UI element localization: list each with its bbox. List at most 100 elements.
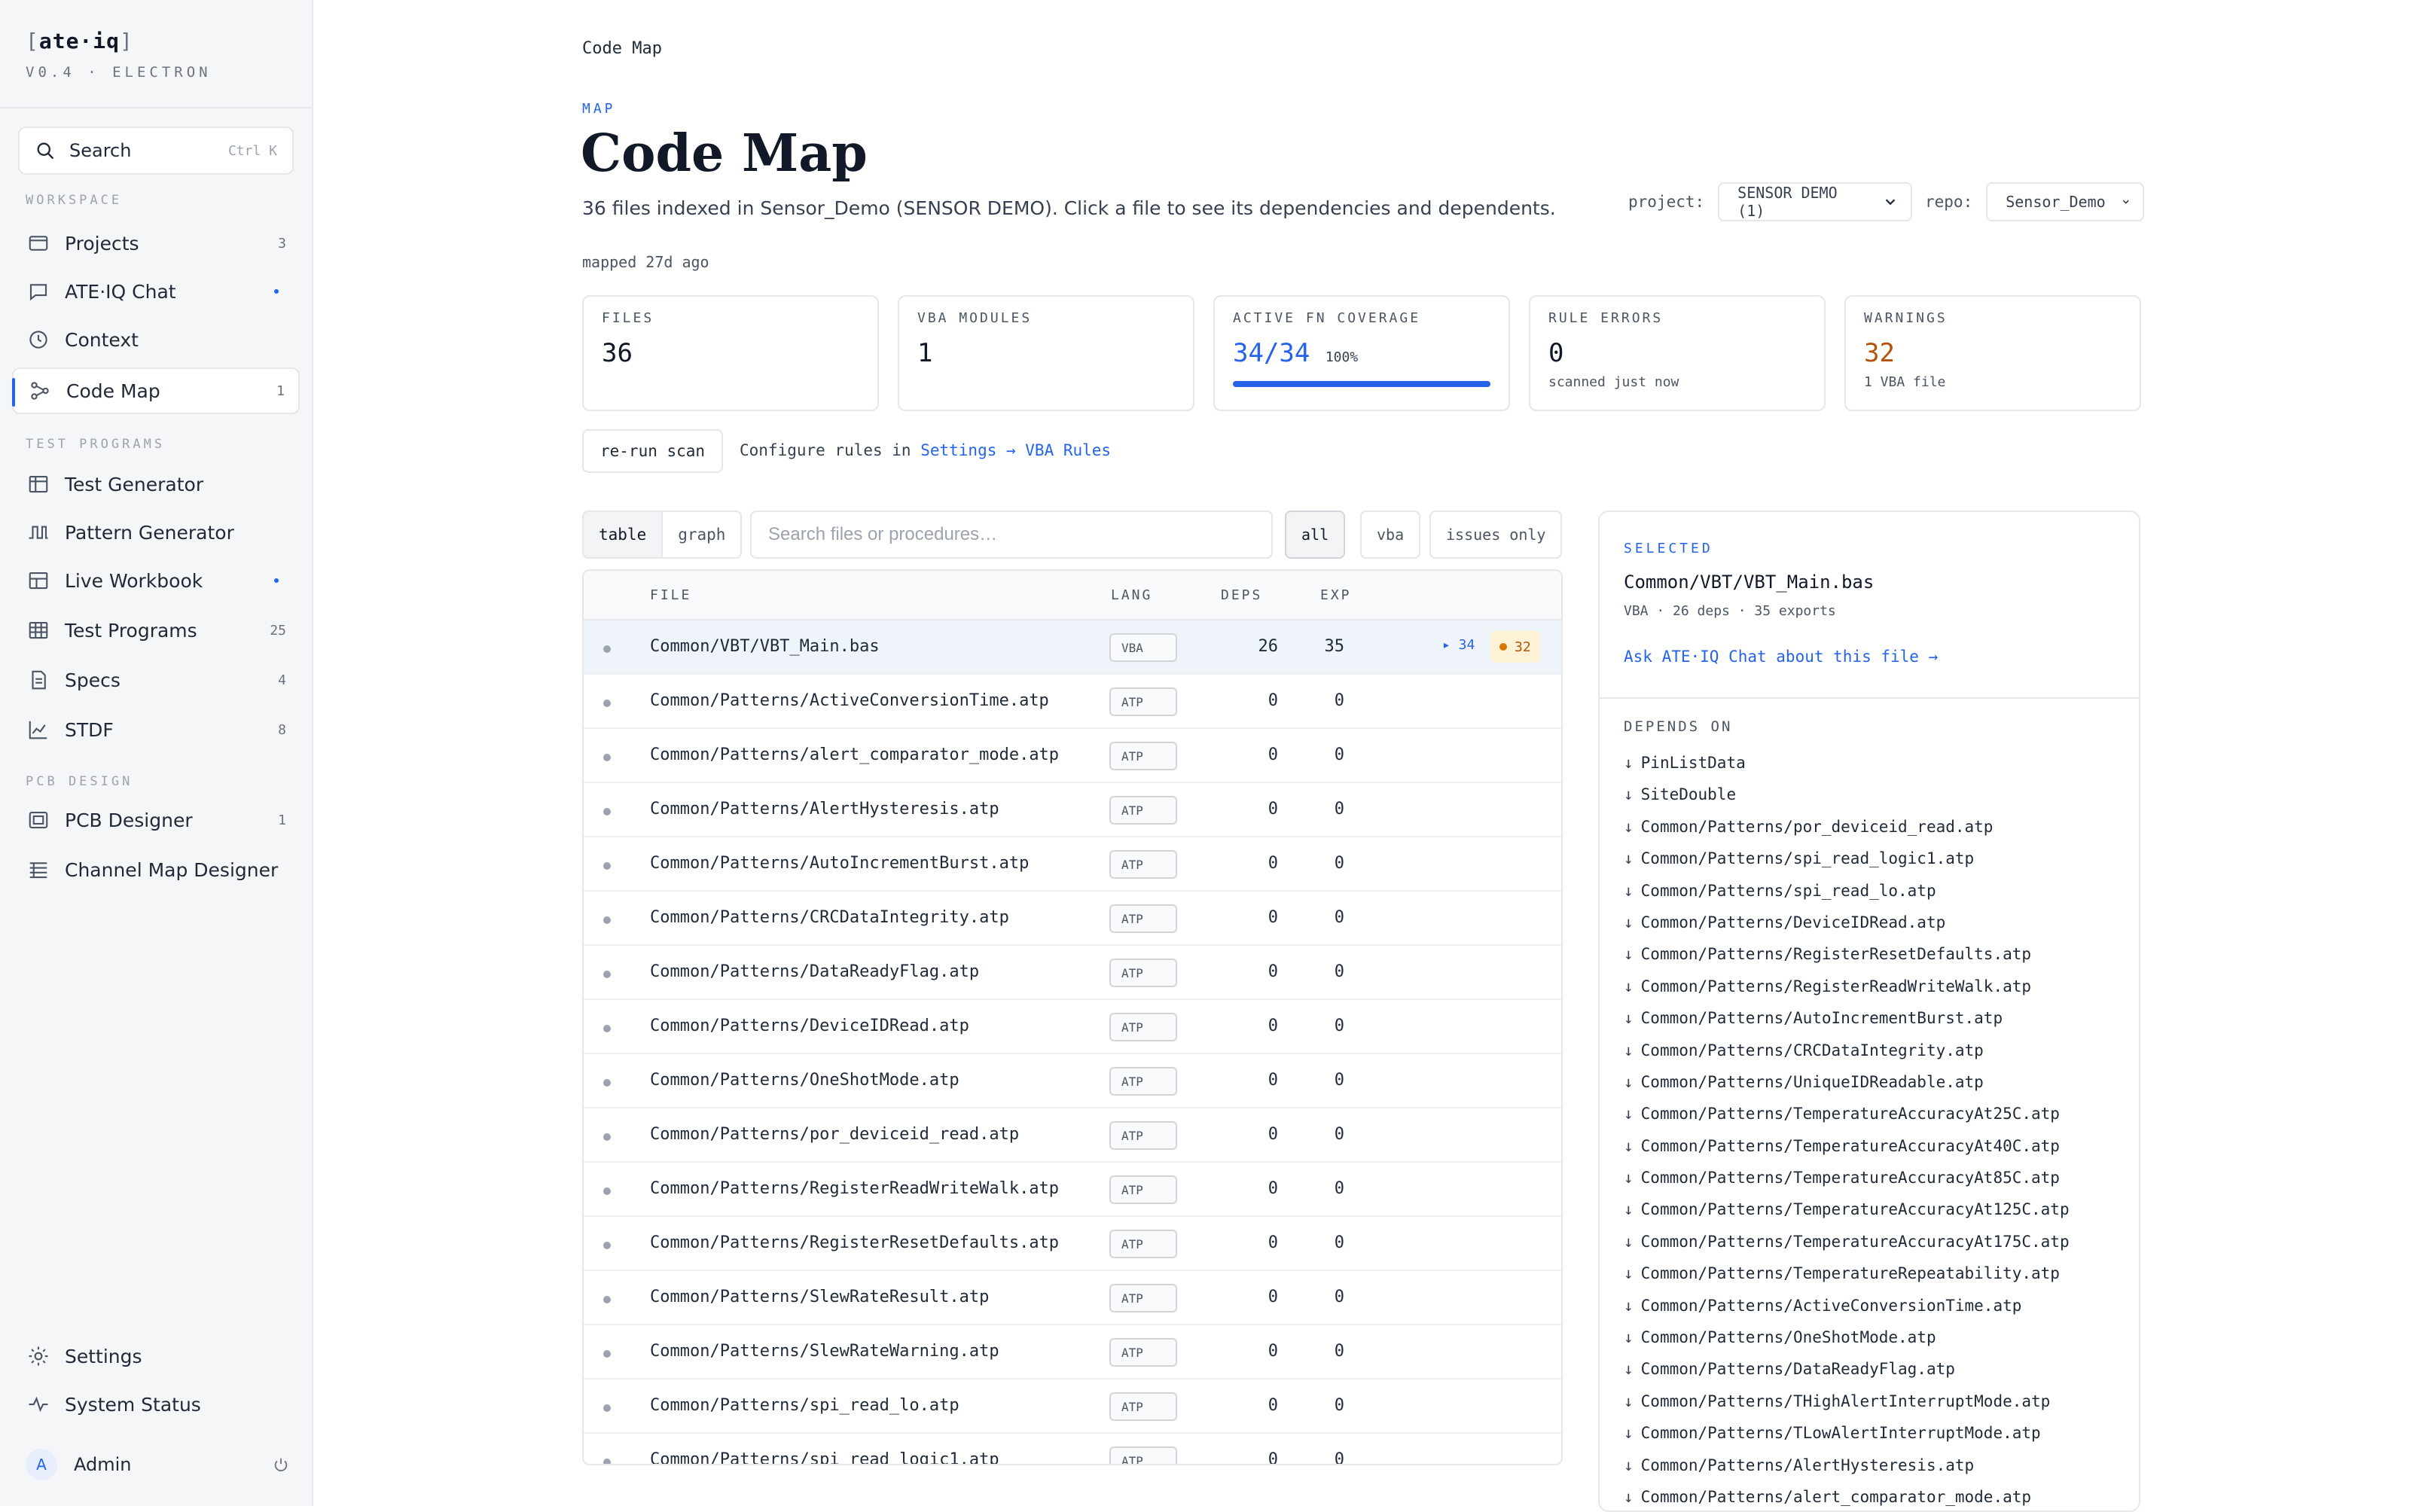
- row-exports: 0: [1334, 962, 1344, 981]
- dependency-item[interactable]: ↓ Common/Patterns/CRCDataIntegrity.atp: [1600, 1035, 2139, 1066]
- column-header-lang[interactable]: LANG: [1111, 587, 1152, 603]
- row-status-dot: [603, 862, 611, 870]
- file-search-input[interactable]: [750, 511, 1273, 559]
- dependency-item[interactable]: ↓ Common/Patterns/TemperatureAccuracyAt12…: [1600, 1193, 2139, 1225]
- brand-version: V0.4 · ELECTRON: [26, 64, 212, 81]
- dependency-item[interactable]: ↓ Common/Patterns/DeviceIDRead.atp: [1600, 907, 2139, 938]
- table-row[interactable]: Common/Patterns/AutoIncrementBurst.atp AT…: [584, 837, 1561, 892]
- dependency-item[interactable]: ↓ PinListData: [1600, 747, 2139, 779]
- table-row[interactable]: Common/Patterns/por_deviceid_read.atp ATP…: [584, 1108, 1561, 1163]
- dependency-name: Common/Patterns/UniqueIDReadable.atp: [1640, 1072, 1984, 1091]
- dependency-item[interactable]: ↓ Common/Patterns/TemperatureAccuracyAt17…: [1600, 1226, 2139, 1257]
- sidebar-item-code-map[interactable]: Code Map 1: [12, 367, 300, 414]
- sidebar-item-label: Test Programs: [65, 619, 197, 642]
- dependency-item[interactable]: ↓ Common/Patterns/ActiveConversionTime.at…: [1600, 1290, 2139, 1321]
- dependency-item[interactable]: ↓ Common/Patterns/spi_read_lo.atp: [1600, 875, 2139, 907]
- sidebar-item-projects[interactable]: Projects 3: [12, 220, 300, 267]
- table-row[interactable]: Common/Patterns/CRCDataIntegrity.atp ATP 0…: [584, 892, 1561, 946]
- selected-file-name: Common/VBT/VBT_Main.bas: [1624, 572, 1875, 593]
- dependency-item[interactable]: ↓ Common/Patterns/TemperatureAccuracyAt40…: [1600, 1130, 2139, 1162]
- filter-all-button[interactable]: all: [1285, 511, 1346, 559]
- dependency-item[interactable]: ↓ Common/Patterns/OneShotMode.atp: [1600, 1321, 2139, 1353]
- sidebar-item-channel-map[interactable]: Channel Map Designer: [12, 846, 300, 893]
- stat-vba-modules: VBA MODULES 1: [898, 295, 1194, 411]
- dependency-item[interactable]: ↓ Common/Patterns/alert_comparator_mode.a…: [1600, 1481, 2139, 1510]
- sidebar-item-context[interactable]: Context: [12, 316, 300, 363]
- row-deps: 0: [1268, 908, 1278, 927]
- sidebar-item-test-generator[interactable]: Test Generator: [12, 461, 300, 508]
- stat-label: RULE ERRORS: [1548, 310, 1664, 326]
- sidebar-item-pcb-designer[interactable]: PCB Designer 1: [12, 797, 300, 843]
- filter-vba-button[interactable]: vba: [1360, 511, 1421, 559]
- table-row[interactable]: Common/Patterns/spi_read_logic1.atp ATP 0 0: [584, 1434, 1561, 1464]
- dependency-item[interactable]: ↓ Common/Patterns/spi_read_logic1.atp: [1600, 843, 2139, 874]
- arrow-down-icon: ↓: [1624, 913, 1634, 931]
- row-status-dot: [603, 1242, 611, 1249]
- search-button[interactable]: Search Ctrl K: [18, 127, 294, 175]
- table-row[interactable]: Common/VBT/VBT_Main.bas VBA 26 35 ▸ 34 32: [584, 620, 1561, 675]
- row-exports: 0: [1334, 1288, 1344, 1306]
- table-row[interactable]: Common/Patterns/alert_comparator_mode.at…: [584, 729, 1561, 783]
- table-row[interactable]: Common/Patterns/ActiveConversionTime.atp…: [584, 675, 1561, 729]
- project-select[interactable]: SENSOR DEMO (1): [1718, 182, 1913, 221]
- page-eyebrow: MAP: [582, 101, 616, 117]
- row-exports: 0: [1334, 800, 1344, 818]
- dependency-item[interactable]: ↓ Common/Patterns/AutoIncrementBurst.atp: [1600, 1002, 2139, 1034]
- row-deps: 26: [1258, 637, 1279, 656]
- sidebar-item-settings[interactable]: Settings: [12, 1333, 300, 1379]
- sidebar-item-stdf[interactable]: STDF 8: [12, 706, 300, 753]
- dependency-item[interactable]: ↓ Common/Patterns/TemperatureAccuracyAt25…: [1600, 1098, 2139, 1129]
- clock-icon: [29, 331, 47, 349]
- dependency-item[interactable]: ↓ Common/Patterns/TLowAlertInterruptMode.…: [1600, 1417, 2139, 1449]
- table-row[interactable]: Common/Patterns/OneShotMode.atp ATP 0 0: [584, 1054, 1561, 1108]
- brand-logo[interactable]: [ate·iq]: [26, 29, 212, 53]
- stat-label: VBA MODULES: [917, 310, 1033, 326]
- sidebar-item-live-workbook[interactable]: Live Workbook: [12, 557, 300, 604]
- dependency-item[interactable]: ↓ Common/Patterns/RegisterReadWriteWalk.a…: [1600, 971, 2139, 1002]
- sidebar-item-chat[interactable]: ATE·IQ Chat: [12, 268, 300, 315]
- row-exports: 0: [1334, 1342, 1344, 1361]
- depends-on-label: DEPENDS ON: [1624, 718, 1733, 735]
- dependency-item[interactable]: ↓ Common/Patterns/por_deviceid_read.atp: [1600, 811, 2139, 843]
- arrow-down-icon: ↓: [1624, 817, 1634, 836]
- filter-issues-button[interactable]: issues only: [1429, 511, 1563, 559]
- table-row[interactable]: Common/Patterns/spi_read_lo.atp ATP 0 0: [584, 1379, 1561, 1434]
- table-row[interactable]: Common/Patterns/SlewRateResult.atp ATP 0 0: [584, 1271, 1561, 1325]
- dependency-item[interactable]: ↓ SiteDouble: [1600, 779, 2139, 810]
- dependency-name: Common/Patterns/AutoIncrementBurst.atp: [1640, 1009, 2003, 1028]
- dependency-item[interactable]: ↓ Common/Patterns/RegisterResetDefaults.a…: [1600, 938, 2139, 970]
- ask-chat-link[interactable]: Ask ATE·IQ Chat about this file →: [1624, 648, 2115, 666]
- dependency-item[interactable]: ↓ Common/Patterns/TemperatureAccuracyAt85…: [1600, 1162, 2139, 1193]
- selected-file-meta: VBA · 26 deps · 35 exports: [1624, 603, 1836, 619]
- sidebar-item-pattern-generator[interactable]: Pattern Generator: [12, 509, 300, 556]
- user-menu[interactable]: A Admin: [26, 1446, 289, 1483]
- row-file-name: Common/Patterns/AutoIncrementBurst.atp: [650, 854, 1030, 873]
- sidebar-item-specs[interactable]: Specs 4: [12, 657, 300, 703]
- view-table-button[interactable]: table: [584, 512, 664, 557]
- repo-select[interactable]: Sensor_Demo: [1986, 182, 2145, 221]
- table-row[interactable]: Common/Patterns/SlewRateWarning.atp ATP 0 0: [584, 1325, 1561, 1379]
- column-header-deps[interactable]: DEPS: [1221, 587, 1262, 603]
- table-row[interactable]: Common/Patterns/RegisterResetDefaults.at…: [584, 1217, 1561, 1271]
- table-row[interactable]: Common/Patterns/DataReadyFlag.atp ATP 0 0: [584, 946, 1561, 1000]
- table-row[interactable]: Common/Patterns/RegisterReadWriteWalk.at…: [584, 1163, 1561, 1217]
- column-header-file[interactable]: FILE: [650, 587, 691, 603]
- dependency-item[interactable]: ↓ Common/Patterns/TemperatureRepeatabilit…: [1600, 1257, 2139, 1289]
- dependency-item[interactable]: ↓ Common/Patterns/THighAlertInterruptMode…: [1600, 1385, 2139, 1417]
- row-file-name: Common/Patterns/SlewRateWarning.atp: [650, 1342, 999, 1361]
- column-header-exp[interactable]: EXP: [1320, 587, 1352, 603]
- stat-value: 32: [1864, 338, 1895, 368]
- sidebar-item-test-programs[interactable]: Test Programs 25: [12, 607, 300, 654]
- rerun-scan-button[interactable]: re-run scan: [582, 429, 724, 473]
- table-row[interactable]: Common/Patterns/DeviceIDRead.atp ATP 0 0: [584, 1000, 1561, 1054]
- vba-rules-link[interactable]: Settings → VBA Rules: [920, 441, 1111, 459]
- row-lang-badge: ATP: [1109, 1121, 1177, 1150]
- dependency-item[interactable]: ↓ Common/Patterns/AlertHysteresis.atp: [1600, 1450, 2139, 1481]
- dependency-item[interactable]: ↓ Common/Patterns/DataReadyFlag.atp: [1600, 1353, 2139, 1385]
- sidebar-item-system-status[interactable]: System Status: [12, 1381, 300, 1428]
- dependency-item[interactable]: ↓ Common/Patterns/UniqueIDReadable.atp: [1600, 1066, 2139, 1098]
- coverage-progress: [1233, 381, 1490, 387]
- view-graph-button[interactable]: graph: [663, 512, 740, 557]
- power-icon[interactable]: [273, 1456, 289, 1473]
- table-row[interactable]: Common/Patterns/AlertHysteresis.atp ATP 0 0: [584, 783, 1561, 837]
